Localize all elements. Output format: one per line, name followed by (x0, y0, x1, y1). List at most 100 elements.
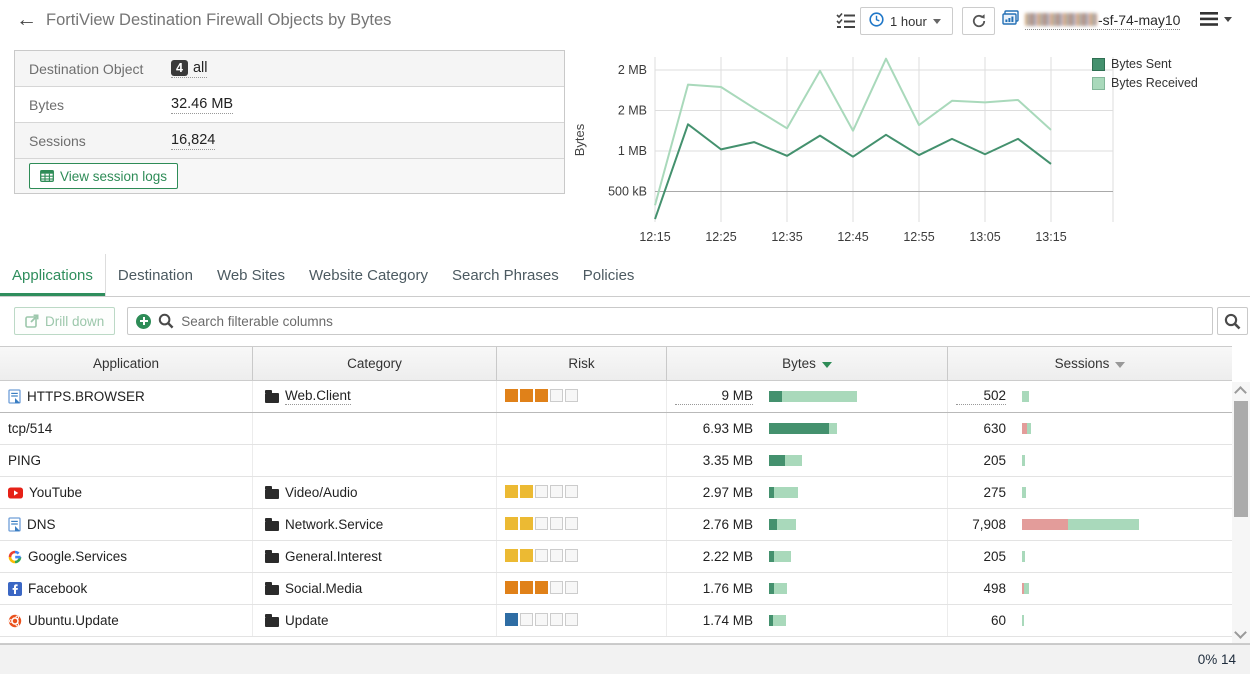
time-range-dropdown[interactable]: 1 hour (860, 7, 953, 35)
table-row[interactable]: PING 3.35 MB 205 (0, 445, 1232, 477)
tab-applications[interactable]: Applications (0, 254, 106, 296)
table-row[interactable]: tcp/514 6.93 MB 630 (0, 413, 1232, 445)
line-chart: 2 MB2 MB1 MB500 kB12:1512:2512:3512:4512… (570, 45, 1130, 255)
sessions-bar (1022, 423, 1031, 434)
search-input[interactable] (181, 314, 1204, 329)
table-row[interactable]: Facebook Social.Media 1.76 MB 498 (0, 573, 1232, 605)
risk-level-indicator (505, 485, 580, 501)
table-row[interactable]: DNS Network.Service 2.76 MB 7,908 (0, 509, 1232, 541)
bytes-value[interactable]: 2.97 MB (675, 485, 753, 500)
tab-web-sites[interactable]: Web Sites (205, 254, 297, 296)
folder-icon (265, 585, 279, 595)
tab-search-phrases[interactable]: Search Phrases (440, 254, 571, 296)
bytes-value[interactable]: 3.35 MB (675, 453, 753, 468)
refresh-icon (971, 13, 987, 29)
sessions-value[interactable]: 630 (956, 421, 1006, 436)
table-body: HTTPS.BROWSER Web.Client 9 MB 502 tcp/514 6.9… (0, 381, 1232, 637)
destination-object-value[interactable]: 4all (171, 60, 207, 78)
svg-text:13:05: 13:05 (969, 230, 1000, 244)
chevron-down-icon (933, 19, 941, 24)
bytes-value[interactable]: 2.76 MB (675, 517, 753, 532)
application-name[interactable]: HTTPS.BROWSER (27, 389, 145, 404)
sort-desc-icon (822, 362, 832, 368)
sessions-value[interactable]: 502 (956, 388, 1006, 405)
column-header-bytes[interactable]: Bytes (667, 347, 948, 380)
svg-text:Bytes: Bytes (572, 123, 587, 156)
add-filter-icon[interactable] (136, 314, 151, 329)
category-name[interactable]: Update (285, 613, 329, 628)
scrollbar-thumb[interactable] (1234, 401, 1248, 517)
refresh-button[interactable] (962, 7, 995, 35)
sessions-value[interactable]: 16,824 (171, 132, 215, 150)
column-header-sessions[interactable]: Sessions (948, 347, 1232, 380)
bytes-bar (769, 455, 802, 466)
sessions-value[interactable]: 275 (956, 485, 1006, 500)
application-name[interactable]: PING (8, 453, 41, 468)
summary-row-destination-object: Destination Object 4all (15, 51, 564, 87)
bytes-value[interactable]: 2.22 MB (675, 549, 753, 564)
device-selector[interactable]: -sf-74-may10 (1002, 10, 1180, 31)
drill-down-button[interactable]: Drill down (14, 307, 115, 335)
bytes-value[interactable]: 9 MB (675, 388, 753, 405)
scroll-down-icon[interactable] (1234, 626, 1247, 639)
application-name[interactable]: Facebook (28, 581, 87, 596)
svg-text:12:25: 12:25 (705, 230, 736, 244)
category-name[interactable]: Social.Media (285, 581, 362, 596)
column-header-application[interactable]: Application (0, 347, 253, 380)
application-cell: Ubuntu.Update (0, 605, 253, 636)
bytes-cell: 1.74 MB (667, 605, 948, 636)
doc-icon (8, 389, 21, 404)
table-toolbar: Drill down (0, 297, 1250, 345)
sessions-value[interactable]: 205 (956, 453, 1006, 468)
table-row[interactable]: Google.Services General.Interest 2.22 MB 20… (0, 541, 1232, 573)
summary-label: Sessions (29, 133, 171, 149)
category-name[interactable]: Web.Client (285, 388, 351, 405)
sessions-value[interactable]: 7,908 (956, 517, 1006, 532)
scroll-up-icon[interactable] (1234, 386, 1247, 399)
application-name[interactable]: DNS (27, 517, 56, 532)
sessions-value[interactable]: 60 (956, 613, 1006, 628)
main-menu-button[interactable] (1200, 12, 1232, 26)
bytes-bar (769, 583, 787, 594)
bytes-bar (769, 615, 786, 626)
application-name[interactable]: Ubuntu.Update (28, 613, 119, 628)
tab-website-category[interactable]: Website Category (297, 254, 440, 296)
summary-label: Destination Object (29, 61, 171, 77)
legend-item: Bytes Received (1092, 76, 1198, 90)
category-name[interactable]: Network.Service (285, 517, 383, 532)
filter-search-box[interactable] (127, 307, 1213, 335)
bytes-value[interactable]: 1.74 MB (675, 613, 753, 628)
table-row[interactable]: YouTube Video/Audio 2.97 MB 275 (0, 477, 1232, 509)
category-name[interactable]: Video/Audio (285, 485, 358, 500)
risk-cell (497, 605, 667, 636)
sessions-value[interactable]: 498 (956, 581, 1006, 596)
application-name[interactable]: Google.Services (28, 549, 127, 564)
table-row[interactable]: Ubuntu.Update Update 1.74 MB 60 (0, 605, 1232, 637)
tab-destination[interactable]: Destination (106, 254, 205, 296)
bytes-value[interactable]: 1.76 MB (675, 581, 753, 596)
application-name[interactable]: tcp/514 (8, 421, 52, 436)
fortiview-screen: ← FortiView Destination Firewall Objects… (0, 0, 1250, 674)
bytes-value[interactable]: 32.46 MB (171, 96, 233, 114)
sessions-cell: 630 (948, 413, 1232, 444)
traffic-chart: 2 MB2 MB1 MB500 kB12:1512:2512:3512:4512… (570, 45, 1250, 255)
bytes-bar (769, 391, 857, 402)
sessions-value[interactable]: 205 (956, 549, 1006, 564)
application-name[interactable]: YouTube (29, 485, 82, 500)
column-header-category[interactable]: Category (253, 347, 497, 380)
table-row[interactable]: HTTPS.BROWSER Web.Client 9 MB 502 (0, 381, 1232, 413)
folder-icon (265, 521, 279, 531)
bytes-value[interactable]: 6.93 MB (675, 421, 753, 436)
view-tabs: ApplicationsDestinationWeb SitesWebsite … (0, 254, 1250, 297)
category-name[interactable]: General.Interest (285, 549, 382, 564)
search-submit-button[interactable] (1217, 307, 1248, 335)
tab-policies[interactable]: Policies (571, 254, 647, 296)
hostname-suffix: -sf-74-may10 (1098, 12, 1180, 28)
category-cell (253, 445, 497, 476)
back-icon[interactable]: ← (16, 8, 37, 32)
folder-icon (265, 393, 279, 403)
table-scrollbar[interactable] (1232, 382, 1250, 643)
view-mode-checklist-icon[interactable] (836, 12, 855, 34)
column-header-risk[interactable]: Risk (497, 347, 667, 380)
view-session-logs-button[interactable]: View session logs (29, 163, 178, 189)
